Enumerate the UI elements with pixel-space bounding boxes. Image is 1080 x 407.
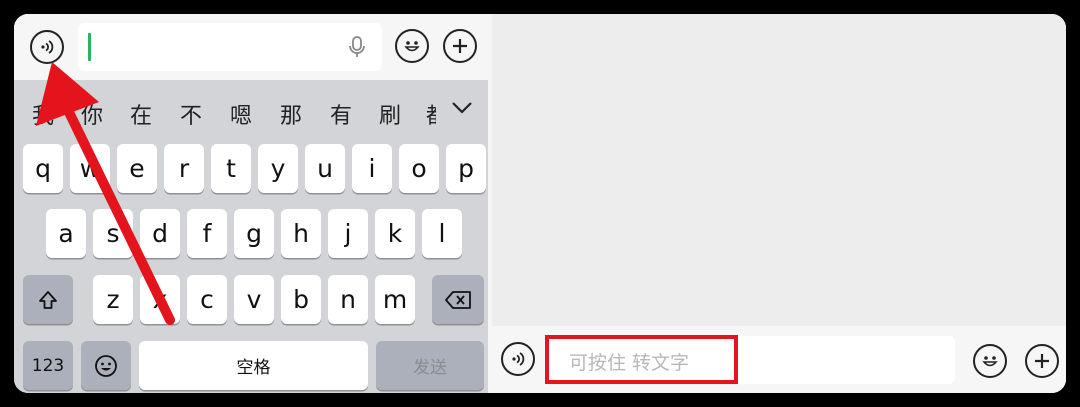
plus-icon (1035, 354, 1049, 368)
emoji-button[interactable] (973, 344, 1007, 378)
screenshot-frame: 我 你 在 不 嗯 那 有 刷 都 q w e r t y u i o p a … (14, 14, 1066, 393)
red-arrow-annotation (36, 62, 175, 325)
voice-input-button[interactable] (501, 342, 535, 376)
voice-icon (512, 352, 525, 366)
highlight-box (545, 335, 738, 384)
add-button[interactable] (1025, 344, 1059, 378)
smiley-icon (982, 356, 998, 367)
